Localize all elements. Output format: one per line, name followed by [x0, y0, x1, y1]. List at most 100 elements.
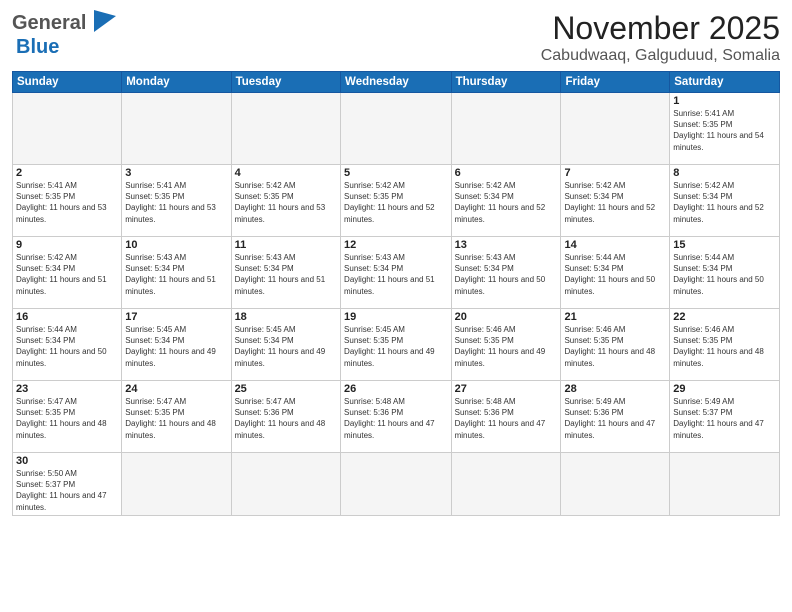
table-cell [451, 453, 561, 516]
day-number: 6 [455, 167, 558, 179]
table-cell: 9Sunrise: 5:42 AMSunset: 5:34 PMDaylight… [13, 237, 122, 309]
header-thursday: Thursday [451, 72, 561, 93]
header-saturday: Saturday [670, 72, 780, 93]
day-number: 12 [344, 239, 448, 251]
day-number: 29 [673, 383, 776, 395]
table-cell: 7Sunrise: 5:42 AMSunset: 5:34 PMDaylight… [561, 165, 670, 237]
day-number: 18 [235, 311, 337, 323]
day-number: 16 [16, 311, 118, 323]
header-sunday: Sunday [13, 72, 122, 93]
day-info: Sunrise: 5:42 AMSunset: 5:34 PMDaylight:… [16, 252, 118, 297]
calendar-subtitle: Cabudwaaq, Galguduud, Somalia [541, 47, 780, 65]
header-tuesday: Tuesday [231, 72, 340, 93]
table-cell: 12Sunrise: 5:43 AMSunset: 5:34 PMDayligh… [341, 237, 452, 309]
day-info: Sunrise: 5:47 AMSunset: 5:35 PMDaylight:… [16, 396, 118, 441]
day-info: Sunrise: 5:48 AMSunset: 5:36 PMDaylight:… [455, 396, 558, 441]
table-cell: 10Sunrise: 5:43 AMSunset: 5:34 PMDayligh… [122, 237, 231, 309]
day-number: 23 [16, 383, 118, 395]
table-cell: 3Sunrise: 5:41 AMSunset: 5:35 PMDaylight… [122, 165, 231, 237]
table-cell [561, 93, 670, 165]
day-number: 9 [16, 239, 118, 251]
day-number: 5 [344, 167, 448, 179]
table-cell [231, 93, 340, 165]
logo-general-text: General [12, 12, 86, 35]
day-info: Sunrise: 5:43 AMSunset: 5:34 PMDaylight:… [125, 252, 227, 297]
day-number: 26 [344, 383, 448, 395]
table-cell: 6Sunrise: 5:42 AMSunset: 5:34 PMDaylight… [451, 165, 561, 237]
table-cell: 20Sunrise: 5:46 AMSunset: 5:35 PMDayligh… [451, 309, 561, 381]
day-info: Sunrise: 5:41 AMSunset: 5:35 PMDaylight:… [16, 180, 118, 225]
table-cell [122, 93, 231, 165]
table-cell: 2Sunrise: 5:41 AMSunset: 5:35 PMDaylight… [13, 165, 122, 237]
day-info: Sunrise: 5:42 AMSunset: 5:34 PMDaylight:… [564, 180, 666, 225]
day-info: Sunrise: 5:48 AMSunset: 5:36 PMDaylight:… [344, 396, 448, 441]
table-cell: 28Sunrise: 5:49 AMSunset: 5:36 PMDayligh… [561, 381, 670, 453]
header-wednesday: Wednesday [341, 72, 452, 93]
day-number: 21 [564, 311, 666, 323]
table-cell: 30Sunrise: 5:50 AMSunset: 5:37 PMDayligh… [13, 453, 122, 516]
day-info: Sunrise: 5:44 AMSunset: 5:34 PMDaylight:… [16, 324, 118, 369]
table-cell: 21Sunrise: 5:46 AMSunset: 5:35 PMDayligh… [561, 309, 670, 381]
day-info: Sunrise: 5:43 AMSunset: 5:34 PMDaylight:… [235, 252, 337, 297]
table-cell: 11Sunrise: 5:43 AMSunset: 5:34 PMDayligh… [231, 237, 340, 309]
table-cell: 26Sunrise: 5:48 AMSunset: 5:36 PMDayligh… [341, 381, 452, 453]
logo: General Blue [12, 10, 120, 59]
table-cell: 19Sunrise: 5:45 AMSunset: 5:35 PMDayligh… [341, 309, 452, 381]
day-number: 30 [16, 455, 118, 467]
table-cell [561, 453, 670, 516]
table-cell: 13Sunrise: 5:43 AMSunset: 5:34 PMDayligh… [451, 237, 561, 309]
header-friday: Friday [561, 72, 670, 93]
table-cell: 15Sunrise: 5:44 AMSunset: 5:34 PMDayligh… [670, 237, 780, 309]
calendar-title: November 2025 [541, 10, 780, 47]
table-cell: 8Sunrise: 5:42 AMSunset: 5:34 PMDaylight… [670, 165, 780, 237]
day-number: 2 [16, 167, 118, 179]
table-cell: 22Sunrise: 5:46 AMSunset: 5:35 PMDayligh… [670, 309, 780, 381]
table-cell: 16Sunrise: 5:44 AMSunset: 5:34 PMDayligh… [13, 309, 122, 381]
title-block: November 2025 Cabudwaaq, Galguduud, Soma… [541, 10, 780, 65]
day-number: 14 [564, 239, 666, 251]
day-number: 25 [235, 383, 337, 395]
table-cell: 29Sunrise: 5:49 AMSunset: 5:37 PMDayligh… [670, 381, 780, 453]
day-number: 17 [125, 311, 227, 323]
calendar-table: Sunday Monday Tuesday Wednesday Thursday… [12, 71, 780, 516]
day-info: Sunrise: 5:49 AMSunset: 5:37 PMDaylight:… [673, 396, 776, 441]
day-info: Sunrise: 5:44 AMSunset: 5:34 PMDaylight:… [673, 252, 776, 297]
day-info: Sunrise: 5:41 AMSunset: 5:35 PMDaylight:… [673, 108, 776, 153]
day-number: 3 [125, 167, 227, 179]
day-info: Sunrise: 5:42 AMSunset: 5:34 PMDaylight:… [673, 180, 776, 225]
day-number: 27 [455, 383, 558, 395]
day-info: Sunrise: 5:45 AMSunset: 5:35 PMDaylight:… [344, 324, 448, 369]
day-info: Sunrise: 5:42 AMSunset: 5:35 PMDaylight:… [344, 180, 448, 225]
day-number: 15 [673, 239, 776, 251]
table-cell: 1Sunrise: 5:41 AMSunset: 5:35 PMDaylight… [670, 93, 780, 165]
table-cell [670, 453, 780, 516]
day-info: Sunrise: 5:45 AMSunset: 5:34 PMDaylight:… [125, 324, 227, 369]
page: General Blue November 2025 Cabudwaaq, Ga… [0, 0, 792, 612]
header: General Blue November 2025 Cabudwaaq, Ga… [12, 10, 780, 65]
day-info: Sunrise: 5:46 AMSunset: 5:35 PMDaylight:… [673, 324, 776, 369]
day-number: 4 [235, 167, 337, 179]
table-cell: 17Sunrise: 5:45 AMSunset: 5:34 PMDayligh… [122, 309, 231, 381]
table-cell: 24Sunrise: 5:47 AMSunset: 5:35 PMDayligh… [122, 381, 231, 453]
day-info: Sunrise: 5:47 AMSunset: 5:36 PMDaylight:… [235, 396, 337, 441]
day-info: Sunrise: 5:46 AMSunset: 5:35 PMDaylight:… [564, 324, 666, 369]
table-cell: 27Sunrise: 5:48 AMSunset: 5:36 PMDayligh… [451, 381, 561, 453]
logo-blue-text: Blue [16, 36, 59, 58]
logo-icon [88, 8, 120, 36]
weekday-header-row: Sunday Monday Tuesday Wednesday Thursday… [13, 72, 780, 93]
header-monday: Monday [122, 72, 231, 93]
table-cell [13, 93, 122, 165]
table-cell [231, 453, 340, 516]
table-cell: 4Sunrise: 5:42 AMSunset: 5:35 PMDaylight… [231, 165, 340, 237]
day-info: Sunrise: 5:43 AMSunset: 5:34 PMDaylight:… [344, 252, 448, 297]
day-info: Sunrise: 5:42 AMSunset: 5:35 PMDaylight:… [235, 180, 337, 225]
day-info: Sunrise: 5:47 AMSunset: 5:35 PMDaylight:… [125, 396, 227, 441]
table-cell: 5Sunrise: 5:42 AMSunset: 5:35 PMDaylight… [341, 165, 452, 237]
day-info: Sunrise: 5:42 AMSunset: 5:34 PMDaylight:… [455, 180, 558, 225]
table-cell [451, 93, 561, 165]
day-number: 7 [564, 167, 666, 179]
day-info: Sunrise: 5:45 AMSunset: 5:34 PMDaylight:… [235, 324, 337, 369]
day-info: Sunrise: 5:43 AMSunset: 5:34 PMDaylight:… [455, 252, 558, 297]
day-number: 19 [344, 311, 448, 323]
day-info: Sunrise: 5:50 AMSunset: 5:37 PMDaylight:… [16, 468, 118, 513]
